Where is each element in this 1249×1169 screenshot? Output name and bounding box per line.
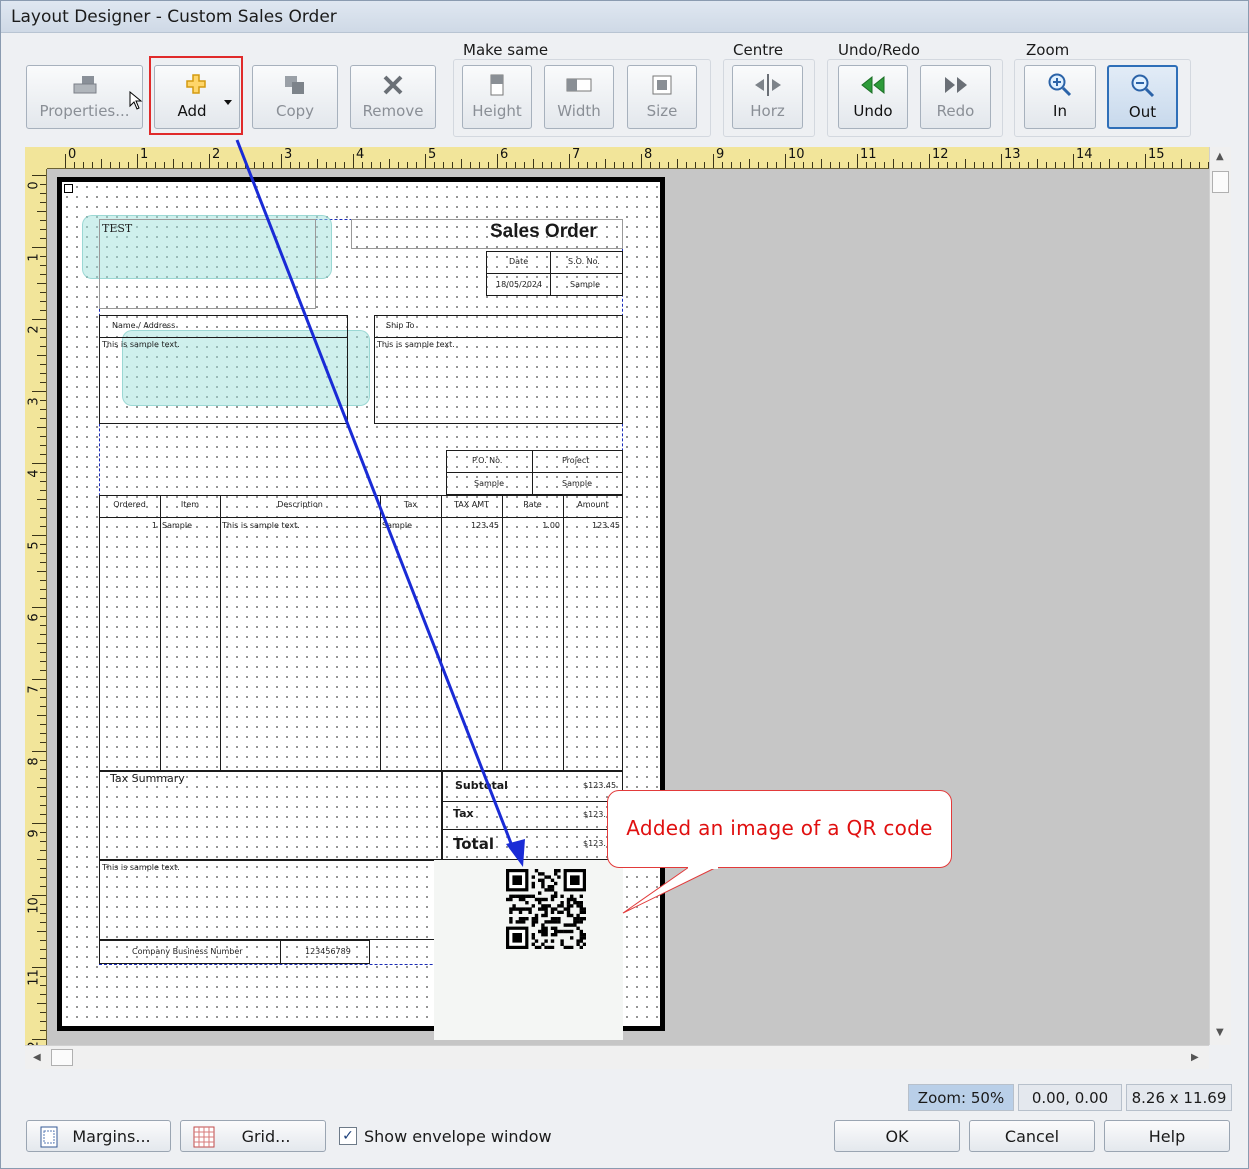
ok-button[interactable]: OK [834, 1120, 960, 1152]
help-button[interactable]: Help [1104, 1120, 1230, 1152]
grid-icon [193, 1126, 215, 1152]
cancel-button[interactable]: Cancel [969, 1120, 1095, 1152]
annotation-arrow [235, 139, 516, 852]
callout-pointer [622, 866, 718, 914]
vertical-scrollbar[interactable]: ▲ ▼ [1209, 147, 1231, 1045]
layout-designer-window: Layout Designer - Custom Sales Order Mak… [0, 0, 1249, 1169]
annotation-arrowhead-icon [506, 839, 525, 867]
scroll-left-icon[interactable]: ◀ [33, 1052, 41, 1063]
size-status: 8.26 x 11.69 [1126, 1084, 1232, 1111]
horizontal-scrollbar[interactable]: ◀ ▶ [25, 1045, 1209, 1069]
qr-code-callout: Added an image of a QR code [607, 790, 952, 868]
margins-icon [39, 1126, 59, 1152]
annotation-overlay [235, 139, 718, 914]
scroll-right-icon[interactable]: ▶ [1191, 1052, 1199, 1063]
vertical-scroll-thumb[interactable] [1212, 171, 1229, 193]
margins-button[interactable]: Margins... [26, 1120, 171, 1152]
zoom-status: Zoom: 50% [908, 1084, 1014, 1111]
coords-status: 0.00, 0.00 [1018, 1084, 1122, 1111]
scroll-down-icon[interactable]: ▼ [1216, 1027, 1224, 1038]
show-envelope-checkbox[interactable]: ✓ [339, 1127, 357, 1145]
horizontal-scroll-thumb[interactable] [51, 1049, 73, 1066]
grid-button[interactable]: Grid... [180, 1120, 326, 1152]
scroll-up-icon[interactable]: ▲ [1216, 151, 1224, 162]
show-envelope-label[interactable]: Show envelope window [364, 1127, 552, 1146]
